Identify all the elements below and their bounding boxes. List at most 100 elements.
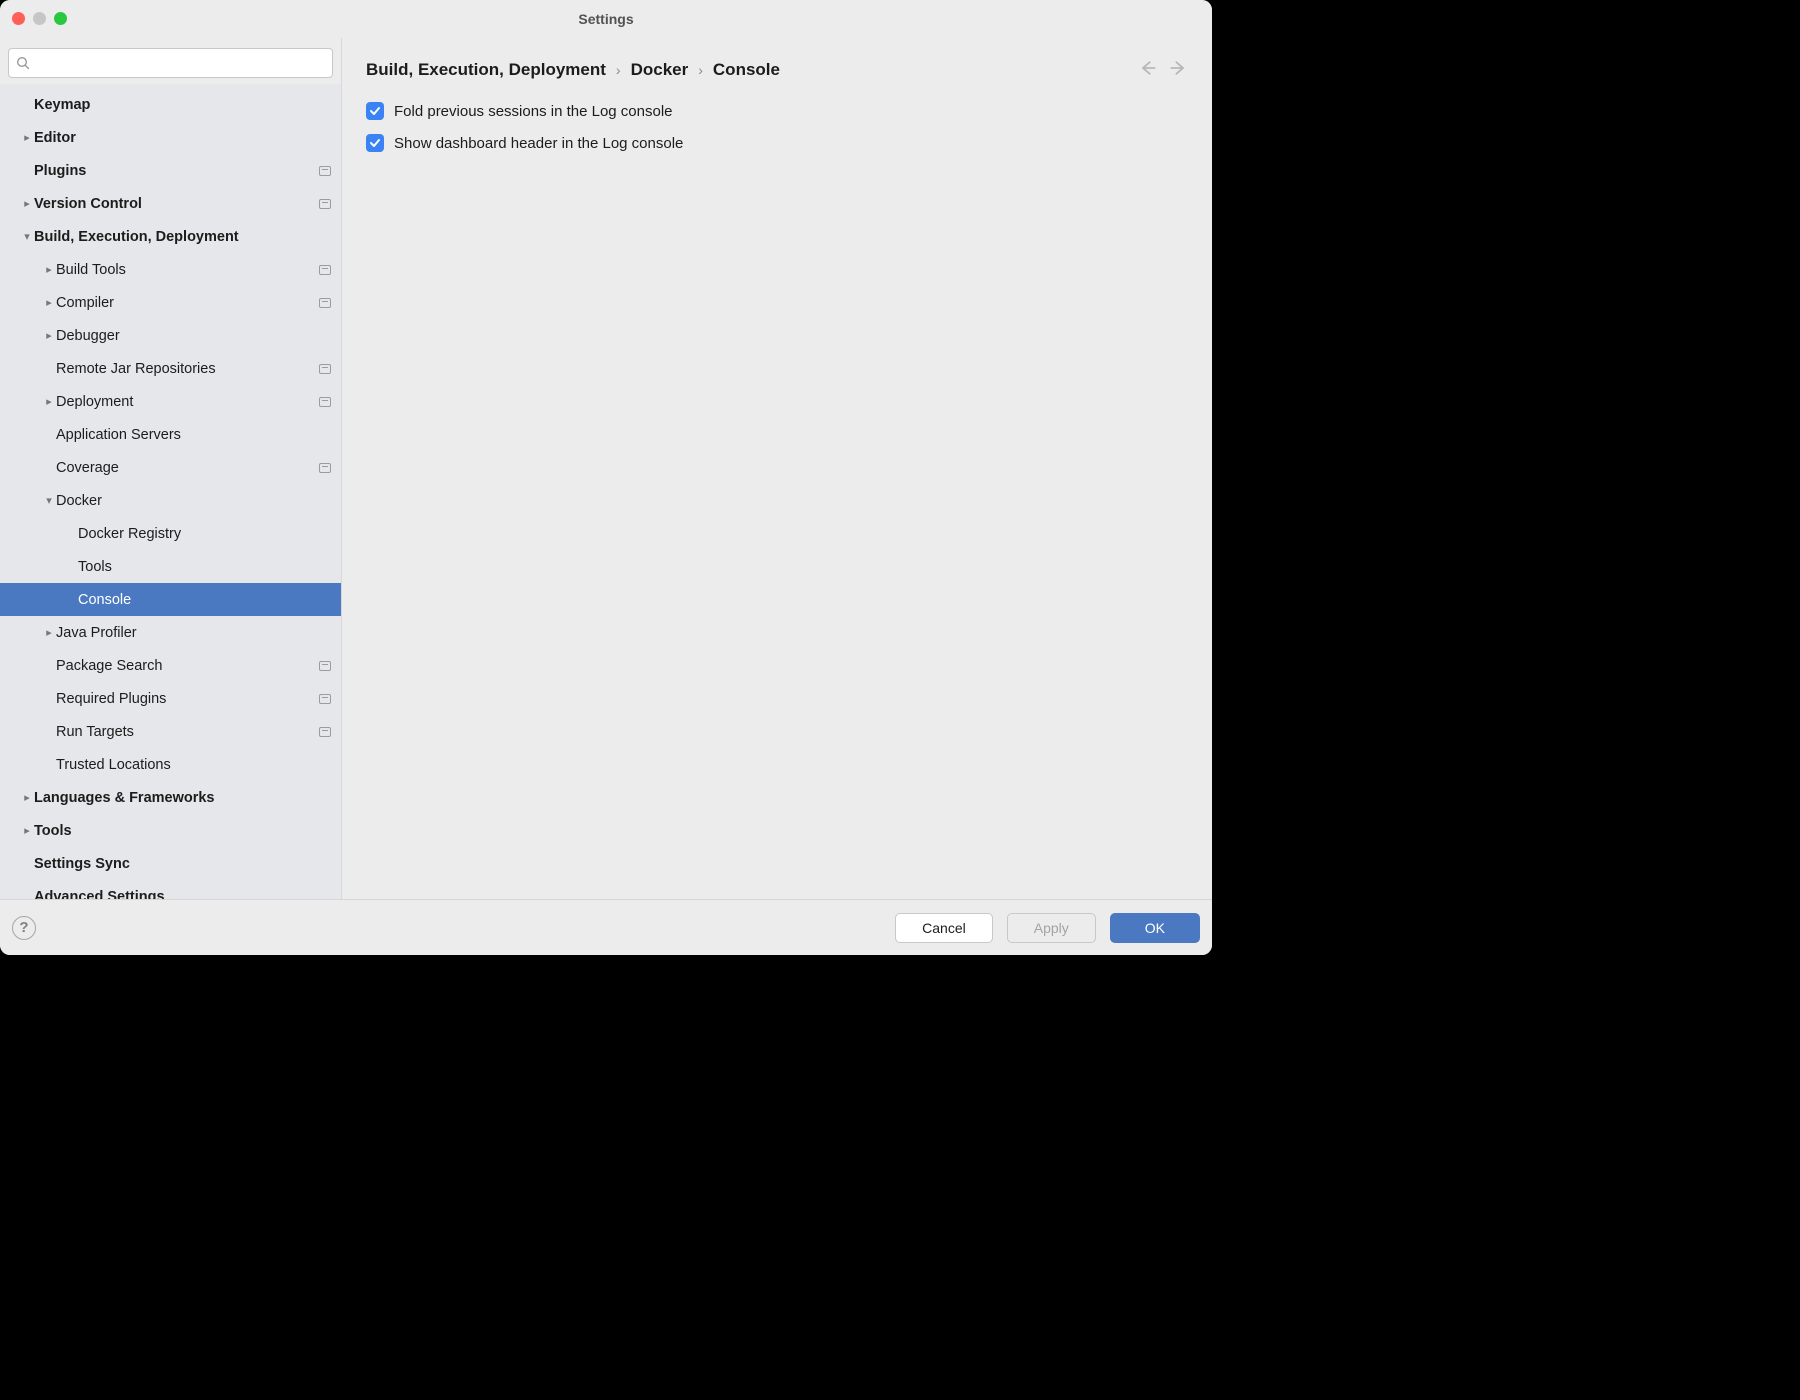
tree-item-required-plugins[interactable]: ▸Required Plugins: [0, 682, 341, 715]
tree-item-tools[interactable]: ▸Tools: [0, 550, 341, 583]
chevron-right-icon: ▸: [42, 263, 56, 276]
settings-body: ▸Keymap▸Editor▸Plugins▸Version Control▾B…: [0, 38, 1212, 899]
tree-item-docker[interactable]: ▾Docker: [0, 484, 341, 517]
checkbox[interactable]: [366, 102, 384, 120]
breadcrumb-item[interactable]: Build, Execution, Deployment: [366, 60, 606, 80]
tree-item-package-search[interactable]: ▸Package Search: [0, 649, 341, 682]
tree-item-label: Advanced Settings: [34, 889, 331, 900]
cancel-button[interactable]: Cancel: [895, 913, 993, 943]
project-scope-icon: [319, 463, 331, 473]
tree-item-remote-jar-repositories[interactable]: ▸Remote Jar Repositories: [0, 352, 341, 385]
tree-item-languages-frameworks[interactable]: ▸Languages & Frameworks: [0, 781, 341, 814]
breadcrumb: Build, Execution, Deployment › Docker › …: [366, 60, 1138, 80]
tree-item-keymap[interactable]: ▸Keymap: [0, 88, 341, 121]
option-label: Show dashboard header in the Log console: [394, 135, 683, 152]
search-box[interactable]: [8, 48, 333, 78]
tree-item-plugins[interactable]: ▸Plugins: [0, 154, 341, 187]
forward-button[interactable]: [1168, 58, 1188, 82]
tree-item-docker-registry[interactable]: ▸Docker Registry: [0, 517, 341, 550]
project-scope-icon: [319, 661, 331, 671]
chevron-right-icon: ›: [616, 62, 621, 78]
tree-item-advanced-settings[interactable]: ▸Advanced Settings: [0, 880, 341, 899]
settings-sidebar: ▸Keymap▸Editor▸Plugins▸Version Control▾B…: [0, 38, 342, 899]
breadcrumb-item[interactable]: Docker: [631, 60, 689, 80]
tree-item-label: Console: [78, 592, 331, 608]
project-scope-icon: [319, 364, 331, 374]
tree-item-label: Plugins: [34, 163, 319, 179]
tree-item-label: Required Plugins: [56, 691, 319, 707]
project-scope-icon: [319, 166, 331, 176]
breadcrumb-item: Console: [713, 60, 780, 80]
chevron-right-icon: ▸: [42, 395, 56, 408]
settings-content: Build, Execution, Deployment › Docker › …: [342, 38, 1212, 899]
tree-item-label: Keymap: [34, 97, 331, 113]
chevron-right-icon: ▸: [42, 626, 56, 639]
tree-item-label: Docker: [56, 493, 331, 509]
chevron-down-icon: ▾: [42, 494, 56, 507]
titlebar: Settings: [0, 0, 1212, 38]
tree-item-version-control[interactable]: ▸Version Control: [0, 187, 341, 220]
option-label: Fold previous sessions in the Log consol…: [394, 103, 673, 120]
close-window-button[interactable]: [12, 12, 25, 25]
tree-item-settings-sync[interactable]: ▸Settings Sync: [0, 847, 341, 880]
tree-item-trusted-locations[interactable]: ▸Trusted Locations: [0, 748, 341, 781]
breadcrumb-nav: [1138, 58, 1188, 82]
breadcrumb-row: Build, Execution, Deployment › Docker › …: [342, 38, 1212, 102]
settings-tree[interactable]: ▸Keymap▸Editor▸Plugins▸Version Control▾B…: [0, 84, 341, 899]
project-scope-icon: [319, 694, 331, 704]
chevron-right-icon: ▸: [42, 296, 56, 309]
chevron-right-icon: ▸: [20, 197, 34, 210]
minimize-window-button[interactable]: [33, 12, 46, 25]
dialog-footer: ? Cancel Apply OK: [0, 899, 1212, 955]
tree-item-java-profiler[interactable]: ▸Java Profiler: [0, 616, 341, 649]
help-button[interactable]: ?: [12, 916, 36, 940]
tree-item-editor[interactable]: ▸Editor: [0, 121, 341, 154]
project-scope-icon: [319, 199, 331, 209]
tree-item-label: Trusted Locations: [56, 757, 331, 773]
tree-item-deployment[interactable]: ▸Deployment: [0, 385, 341, 418]
checkbox[interactable]: [366, 134, 384, 152]
tree-item-label: Tools: [34, 823, 331, 839]
apply-button[interactable]: Apply: [1007, 913, 1096, 943]
tree-item-label: Docker Registry: [78, 526, 331, 542]
chevron-right-icon: ▸: [42, 329, 56, 342]
project-scope-icon: [319, 727, 331, 737]
tree-item-label: Version Control: [34, 196, 319, 212]
tree-item-label: Remote Jar Repositories: [56, 361, 319, 377]
project-scope-icon: [319, 298, 331, 308]
tree-item-label: Coverage: [56, 460, 319, 476]
tree-item-coverage[interactable]: ▸Coverage: [0, 451, 341, 484]
tree-item-label: Java Profiler: [56, 625, 331, 641]
tree-item-label: Application Servers: [56, 427, 331, 443]
search-icon: [15, 55, 31, 71]
option-1[interactable]: Show dashboard header in the Log console: [366, 134, 1188, 152]
tree-item-label: Deployment: [56, 394, 319, 410]
tree-item-debugger[interactable]: ▸Debugger: [0, 319, 341, 352]
tree-item-build-execution-deployment[interactable]: ▾Build, Execution, Deployment: [0, 220, 341, 253]
chevron-right-icon: ▸: [20, 131, 34, 144]
tree-item-label: Languages & Frameworks: [34, 790, 331, 806]
tree-item-label: Debugger: [56, 328, 331, 344]
window-title: Settings: [578, 11, 633, 27]
window-controls: [12, 12, 67, 25]
tree-item-label: Tools: [78, 559, 331, 575]
search-input[interactable]: [31, 55, 332, 71]
tree-item-run-targets[interactable]: ▸Run Targets: [0, 715, 341, 748]
tree-item-tools[interactable]: ▸Tools: [0, 814, 341, 847]
tree-item-label: Build, Execution, Deployment: [34, 229, 331, 245]
option-0[interactable]: Fold previous sessions in the Log consol…: [366, 102, 1188, 120]
tree-item-build-tools[interactable]: ▸Build Tools: [0, 253, 341, 286]
tree-item-label: Run Targets: [56, 724, 319, 740]
options-panel: Fold previous sessions in the Log consol…: [342, 102, 1212, 152]
back-button[interactable]: [1138, 58, 1158, 82]
tree-item-compiler[interactable]: ▸Compiler: [0, 286, 341, 319]
tree-item-label: Editor: [34, 130, 331, 146]
chevron-down-icon: ▾: [20, 230, 34, 243]
search-wrap: [0, 38, 341, 84]
tree-item-console[interactable]: ▸Console: [0, 583, 341, 616]
tree-item-application-servers[interactable]: ▸Application Servers: [0, 418, 341, 451]
ok-button[interactable]: OK: [1110, 913, 1200, 943]
project-scope-icon: [319, 265, 331, 275]
maximize-window-button[interactable]: [54, 12, 67, 25]
tree-item-label: Compiler: [56, 295, 319, 311]
